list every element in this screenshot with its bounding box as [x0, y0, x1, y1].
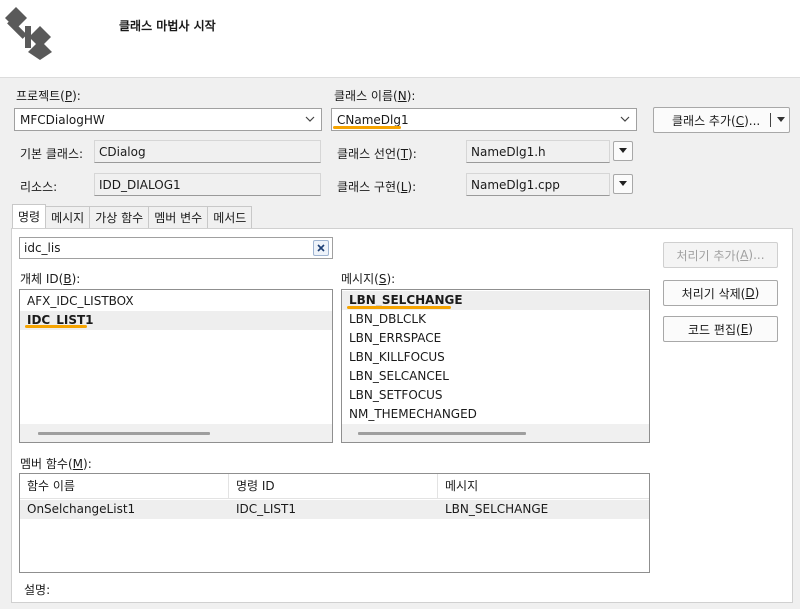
tab-member-variables[interactable]: 멤버 변수 — [148, 206, 209, 228]
tab-messages[interactable]: 메시지 — [45, 206, 91, 228]
object-ids-list[interactable]: AFX_IDC_LISTBOX IDC_LIST1 — [19, 289, 333, 443]
base-class-field: CDialog — [94, 140, 321, 163]
wizard-title: 클래스 마법사 시작 — [119, 19, 216, 33]
clear-search-button[interactable] — [313, 240, 329, 256]
class-declaration-label: 클래스 선언(T): — [337, 147, 417, 161]
resource-label: 리소스: — [20, 180, 58, 194]
project-combo[interactable]: MFCDialogHW — [14, 108, 322, 131]
message-item[interactable]: LBN_SETFOCUS — [342, 386, 649, 405]
cell-function-name: OnSelchangeList1 — [27, 502, 136, 516]
dropdown-arrow-icon — [619, 181, 627, 186]
member-functions-table[interactable]: 함수 이름 명령 ID 메시지 OnSelchangeList1 IDC_LIS… — [19, 473, 650, 573]
object-id-item[interactable]: AFX_IDC_LISTBOX — [20, 292, 332, 311]
column-header-message[interactable]: 메시지 — [438, 474, 649, 498]
messages-label: 메시지(S): — [341, 272, 396, 286]
horizontal-scrollbar[interactable] — [342, 424, 649, 442]
chevron-down-icon — [620, 116, 630, 122]
class-implementation-dropdown-button[interactable] — [613, 174, 633, 194]
close-icon — [317, 244, 325, 252]
class-implementation-field: NameDlg1.cpp — [466, 173, 610, 196]
message-item[interactable]: LBN_DBLCLK — [342, 310, 649, 329]
member-functions-label: 멤버 함수(M): — [20, 457, 92, 471]
description-label: 설명: — [24, 583, 51, 597]
class-declaration-field: NameDlg1.h — [466, 140, 610, 163]
add-handler-button[interactable]: 처리기 추가(A)... — [663, 242, 778, 268]
scrollbar-thumb[interactable] — [358, 432, 526, 435]
horizontal-scrollbar[interactable] — [20, 424, 332, 442]
class-name-value: CNameDlg1 — [337, 112, 409, 127]
wizard-header: 클래스 마법사 시작 — [0, 0, 800, 78]
class-wizard-logo-icon — [5, 7, 52, 60]
message-item[interactable]: LBN_ERRSPACE — [342, 329, 649, 348]
delete-handler-button[interactable]: 처리기 삭제(D) — [663, 280, 778, 306]
message-highlight — [347, 306, 451, 309]
tab-virtual-functions[interactable]: 가상 함수 — [89, 206, 150, 228]
split-divider — [770, 113, 771, 127]
class-name-highlight — [333, 126, 401, 129]
table-header: 함수 이름 명령 ID 메시지 — [20, 474, 649, 499]
resource-field: IDD_DIALOG1 — [94, 173, 321, 196]
dropdown-arrow-icon[interactable] — [777, 117, 785, 123]
project-label: 프로젝트(P): — [16, 89, 81, 103]
tab-strip: 명령 메시지 가상 함수 멤버 변수 메서드 — [12, 204, 253, 228]
base-class-label: 기본 클래스: — [20, 147, 84, 161]
dropdown-arrow-icon — [619, 148, 627, 153]
tab-methods[interactable]: 메서드 — [207, 206, 253, 228]
cell-message: LBN_SELCHANGE — [445, 502, 549, 516]
add-class-button[interactable]: 클래스 추가(C)... — [653, 107, 790, 133]
class-name-label: 클래스 이름(N): — [334, 89, 416, 103]
add-class-button-label: 클래스 추가(C)... — [672, 113, 761, 128]
table-row[interactable]: OnSelchangeList1 IDC_LIST1 LBN_SELCHANGE — [20, 500, 649, 519]
cell-command-id: IDC_LIST1 — [236, 502, 296, 516]
messages-list[interactable]: LBN_SELCHANGE LBN_DBLCLK LBN_ERRSPACE LB… — [341, 289, 650, 443]
object-ids-label: 개체 ID(B): — [20, 272, 81, 286]
class-implementation-label: 클래스 구현(L): — [337, 180, 417, 194]
scrollbar-thumb[interactable] — [38, 432, 210, 435]
message-item[interactable]: LBN_SELCANCEL — [342, 367, 649, 386]
search-value: idc_lis — [24, 241, 61, 255]
class-declaration-dropdown-button[interactable] — [613, 141, 633, 161]
column-header-command-id[interactable]: 명령 ID — [229, 474, 438, 498]
tab-commands[interactable]: 명령 — [12, 204, 47, 228]
column-header-function-name[interactable]: 함수 이름 — [20, 474, 229, 498]
message-item[interactable]: NM_THEMECHANGED — [342, 405, 649, 424]
project-value: MFCDialogHW — [20, 112, 105, 127]
object-id-highlight — [25, 325, 87, 328]
edit-code-button[interactable]: 코드 편집(E) — [663, 316, 778, 342]
search-input[interactable]: idc_lis — [19, 237, 333, 259]
message-item[interactable]: LBN_KILLFOCUS — [342, 348, 649, 367]
chevron-down-icon — [305, 116, 315, 122]
